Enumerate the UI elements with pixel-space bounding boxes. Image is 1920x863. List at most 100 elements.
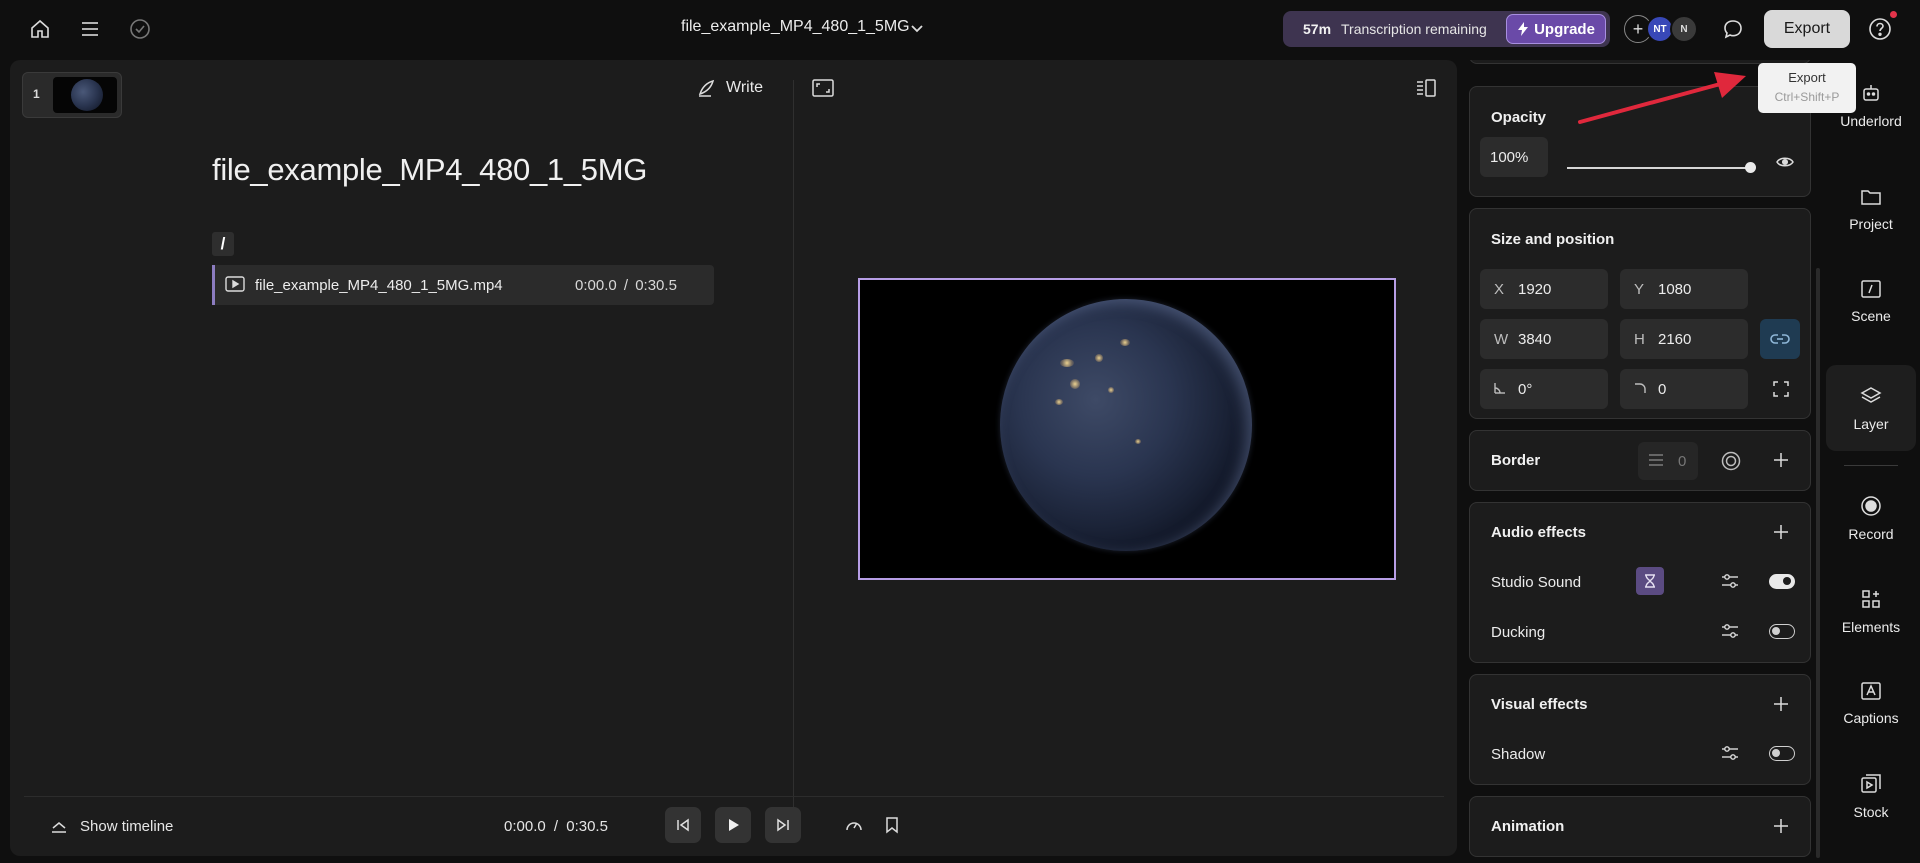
editor-divider [793, 80, 794, 835]
robot-icon [1863, 84, 1879, 101]
current-time: 0:00.0 [504, 818, 546, 835]
notification-dot [1890, 11, 1897, 18]
skip-back-icon [677, 818, 689, 832]
rail-item-scene[interactable]: Scene [1826, 258, 1916, 344]
transcription-minutes: 57m [1303, 21, 1332, 37]
editor-panel: 1 Write file_example_MP4_480_1_5MG / fil… [10, 60, 1457, 856]
write-button[interactable]: Write [696, 78, 763, 98]
rail-label-scene: Scene [1851, 307, 1891, 324]
chevron-down-icon[interactable] [906, 17, 928, 43]
border-width-field[interactable]: 0 [1638, 442, 1698, 480]
ducking-toggle[interactable] [1769, 624, 1795, 639]
layers-icon [1860, 386, 1882, 403]
audio-effects-title: Audio effects [1491, 524, 1587, 541]
rail-label-elements: Elements [1841, 618, 1901, 635]
properties-scrollbar[interactable] [1816, 268, 1820, 858]
visual-effects-card: Visual effects Shadow [1469, 674, 1811, 785]
rail-label-underlord: Underlord [1840, 112, 1902, 129]
rail-label-stock: Stock [1853, 803, 1889, 820]
add-animation-icon[interactable] [1773, 818, 1789, 834]
scene-number: 1 [33, 87, 40, 101]
x-field[interactable]: X 1920 [1480, 269, 1608, 309]
rail-separator [1844, 465, 1898, 466]
rail-item-stock[interactable]: Stock [1826, 753, 1916, 839]
rail-item-layer[interactable]: Layer [1826, 365, 1916, 451]
skip-forward-button[interactable] [765, 807, 801, 843]
elements-icon [1862, 589, 1880, 608]
avatar[interactable]: N [1670, 15, 1698, 43]
video-preview[interactable] [858, 278, 1396, 580]
comment-icon[interactable] [1720, 16, 1746, 42]
border-color-icon[interactable] [1721, 451, 1741, 471]
upgrade-button[interactable]: Upgrade [1506, 14, 1606, 44]
corner-radius-icon [1634, 381, 1646, 398]
rail-item-elements[interactable]: Elements [1826, 568, 1916, 654]
eye-icon[interactable] [1776, 155, 1794, 169]
captions-icon [1861, 681, 1881, 700]
scene-thumbnail[interactable]: 1 [22, 72, 122, 118]
fit-frame-icon[interactable] [1773, 381, 1789, 397]
aspect-ratio-icon[interactable] [812, 79, 834, 101]
rotation-field[interactable]: 0° [1480, 369, 1608, 409]
pen-icon [698, 79, 715, 97]
animation-title: Animation [1491, 818, 1565, 835]
playback-speed-icon[interactable] [844, 816, 864, 838]
playback-time: 0:00.0 / 0:30.5 [504, 818, 608, 835]
border-card: Border 0 [1469, 430, 1811, 491]
annotation-arrow-icon [1578, 72, 1746, 124]
total-time: 0:30.5 [566, 818, 608, 835]
border-lines-icon [1648, 453, 1664, 471]
shadow-toggle[interactable] [1769, 746, 1795, 761]
clip-row[interactable]: file_example_MP4_480_1_5MG.mp4 0:00.0 / … [212, 265, 714, 305]
export-tooltip: Export Ctrl+Shift+P [1758, 63, 1856, 113]
corner-radius-field[interactable]: 0 [1620, 369, 1748, 409]
opacity-slider[interactable] [1567, 167, 1749, 169]
bookmark-icon[interactable] [884, 816, 900, 838]
y-field[interactable]: Y 1080 [1620, 269, 1748, 309]
audio-effects-card: Audio effects Studio Sound Ducking [1469, 502, 1811, 663]
show-timeline-button[interactable]: Show timeline [50, 818, 173, 835]
show-timeline-label: Show timeline [80, 818, 174, 835]
transcription-label: Transcription remaining [1341, 21, 1487, 37]
add-visual-effect-icon[interactable] [1773, 696, 1789, 712]
scene-thumbnail-image [53, 77, 117, 113]
add-audio-effect-icon[interactable] [1773, 524, 1789, 540]
visual-effects-title: Visual effects [1491, 696, 1588, 713]
height-field[interactable]: H 2160 [1620, 319, 1748, 359]
opacity-slider-handle[interactable] [1745, 162, 1756, 173]
lightning-icon [1518, 22, 1529, 36]
studio-sound-toggle[interactable] [1769, 574, 1795, 589]
opacity-input[interactable]: 100% [1480, 137, 1548, 177]
export-button[interactable]: Export [1764, 10, 1850, 48]
rail-item-record[interactable]: Record [1826, 475, 1916, 561]
add-border-icon[interactable] [1773, 452, 1789, 468]
home-icon[interactable] [27, 16, 53, 42]
playback-divider [24, 796, 1444, 797]
write-label: Write [726, 79, 764, 96]
slash-command[interactable]: / [212, 232, 234, 256]
layout-toggle-icon[interactable] [1416, 79, 1436, 101]
rail-item-project[interactable]: Project [1826, 166, 1916, 252]
ducking-settings-icon[interactable] [1721, 623, 1739, 639]
animation-card: Animation [1469, 796, 1811, 857]
timeline-icon [52, 821, 66, 833]
play-button[interactable] [715, 807, 751, 843]
saved-check-icon [127, 16, 153, 42]
shadow-label: Shadow [1491, 746, 1546, 763]
skip-forward-icon [777, 818, 789, 832]
width-field[interactable]: W 3840 [1480, 319, 1608, 359]
rail-label-record: Record [1848, 525, 1894, 542]
clip-name: file_example_MP4_480_1_5MG.mp4 [255, 277, 503, 294]
shadow-settings-icon[interactable] [1721, 745, 1739, 761]
menu-icon[interactable] [77, 16, 103, 42]
clip-time: 0:00.0 / 0:30.5 [575, 277, 677, 294]
rail-label-captions: Captions [1843, 709, 1899, 726]
project-title[interactable]: file_example_MP4_480_1_5MG [681, 18, 910, 36]
skip-back-button[interactable] [665, 807, 701, 843]
upgrade-label: Upgrade [1534, 20, 1595, 38]
help-icon[interactable] [1867, 16, 1893, 46]
rail-item-captions[interactable]: Captions [1826, 660, 1916, 746]
document-title[interactable]: file_example_MP4_480_1_5MG [212, 152, 647, 188]
studio-sound-settings-icon[interactable] [1721, 573, 1739, 589]
link-aspect-button[interactable] [1760, 319, 1800, 359]
